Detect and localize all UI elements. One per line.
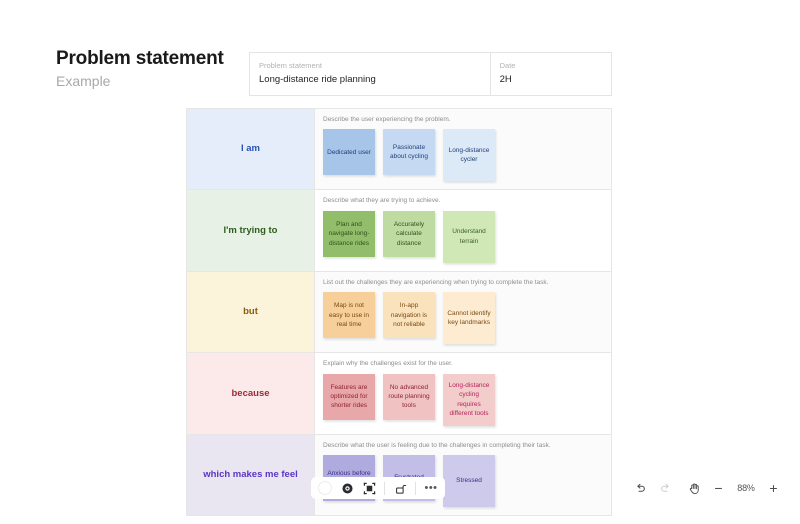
row-hint-text: List out the challenges they are experie… (323, 278, 549, 286)
sticky-note-text: Long-distance cycling requires different… (448, 381, 490, 418)
zoom-out-button[interactable]: − (710, 480, 727, 497)
plus-icon: + (769, 480, 778, 496)
sticky-note[interactable]: No advanced route planning tools (383, 373, 435, 420)
sticky-note-group: Map is not easy to use in real time In-ap… (323, 292, 603, 345)
sticky-note-text: Features are optimized for shorter rides (330, 383, 368, 410)
row-label-text: I'm trying to (223, 224, 278, 236)
page-header: Problem statement Example (56, 48, 246, 90)
sticky-note-text: Long-distance cycler (448, 147, 490, 164)
color-swatch-icon (318, 481, 332, 495)
grid-row: I'm trying to Describe what they are tryi… (187, 190, 611, 272)
toolbar-divider-1 (384, 481, 385, 495)
sticky-note-text: Cannot identify key landmarks (447, 309, 491, 327)
history-controls (632, 480, 674, 497)
hand-tool-button[interactable] (686, 480, 703, 497)
frame-button[interactable] (359, 478, 379, 498)
sticky-note-text: Plan and navigate long-distance rides (328, 220, 370, 247)
sticky-note[interactable]: Cannot identify key landmarks (443, 292, 495, 345)
sticky-note-text: No advanced route planning tools (388, 383, 430, 410)
sticky-note-group: Features are optimized for shorter rides… (323, 373, 603, 426)
sticky-note-text: In-app navigation is not reliable (390, 302, 428, 329)
sticky-note-text: Map is not easy to use in real time (328, 302, 370, 329)
row-label-cell[interactable]: I'm trying to (187, 190, 315, 271)
visibility-button[interactable] (337, 478, 357, 498)
sticky-note-text: Understand terrain (452, 228, 486, 245)
sticky-note-text: Accurately calculate distance (393, 220, 425, 247)
sticky-note-text: Passionate about cycling (390, 144, 428, 161)
minus-icon: − (714, 480, 723, 496)
sticky-note[interactable]: Accurately calculate distance (383, 210, 435, 257)
grid-row: which makes me feel Describe what the use… (187, 434, 611, 516)
sticky-note-text: Stressed (456, 477, 482, 485)
eye-icon (341, 482, 354, 495)
sticky-note[interactable]: In-app navigation is not reliable (383, 292, 435, 339)
more-options-button[interactable]: ••• (421, 478, 441, 498)
zoom-controls: − 88% + (632, 477, 782, 499)
sticky-note[interactable]: Features are optimized for shorter rides (323, 373, 375, 420)
row-label-text: I am (240, 143, 260, 155)
zoom-group: − 88% + (686, 480, 782, 497)
grid-row: but List out the challenges they are expe… (187, 271, 611, 354)
page-title: Problem statement (56, 48, 224, 69)
row-label-cell[interactable]: which makes me feel (187, 434, 315, 516)
row-hint-text: Describe the user experiencing the probl… (323, 116, 451, 123)
row-content-cell[interactable]: Describe the user experiencing the probl… (315, 109, 611, 190)
meta-cell-date[interactable]: Date 2H (491, 53, 611, 95)
sticky-note[interactable]: Dedicated user (323, 129, 375, 176)
hand-icon (688, 482, 701, 495)
color-swatch-button[interactable] (315, 478, 335, 498)
redo-icon (659, 482, 672, 495)
row-label-text: but (243, 306, 258, 318)
more-options-icon: ••• (424, 482, 438, 494)
row-content-cell[interactable]: Describe what the user is feeling due to… (315, 434, 611, 516)
unlock-icon (394, 482, 407, 495)
sticky-note-group: Dedicated user Passionate about cycling Lo… (323, 129, 603, 182)
row-label-cell[interactable]: but (187, 271, 315, 353)
row-content-cell[interactable]: Explain why the challenges exist for the… (315, 353, 611, 433)
redo-button[interactable] (657, 480, 674, 497)
row-content-cell[interactable]: List out the challenges they are experie… (315, 271, 611, 353)
meta-value-problem-statement: Long-distance ride planning (259, 73, 376, 85)
meta-value-date: 2H (499, 73, 512, 85)
sticky-note[interactable]: Long-distance cycling requires different… (443, 373, 495, 426)
meta-label-date: Date (499, 61, 516, 70)
problem-statement-grid: I am Describe the user experiencing the p… (186, 108, 612, 517)
meta-table: Problem statement Long-distance ride pla… (249, 52, 612, 97)
meta-label-problem-statement: Problem statement (259, 61, 322, 70)
lock-button[interactable] (390, 478, 410, 498)
grid-row: because Explain why the challenges exist … (187, 353, 611, 435)
zoom-in-button[interactable]: + (765, 480, 782, 497)
sticky-note[interactable]: Long-distance cycler (443, 129, 495, 182)
row-label-cell[interactable]: because (187, 353, 315, 434)
grid-row: I am Describe the user experiencing the p… (187, 109, 611, 191)
row-label-text: which makes me feel (203, 469, 298, 481)
sticky-note-group: Plan and navigate long-distance rides Acc… (323, 210, 603, 263)
sticky-note[interactable]: Understand terrain (443, 210, 495, 263)
toolbar-divider-2 (415, 481, 416, 495)
page-subtitle: Example (56, 72, 111, 89)
undo-icon (634, 482, 647, 495)
frame-icon (363, 482, 376, 495)
row-label-cell[interactable]: I am (187, 109, 315, 190)
row-hint-text: Describe what they are trying to achieve… (323, 197, 441, 205)
sticky-note[interactable]: Map is not easy to use in real time (323, 292, 375, 339)
sticky-note[interactable]: Plan and navigate long-distance rides (323, 210, 375, 257)
zoom-level-label[interactable]: 88% (734, 483, 758, 493)
sticky-note-text: Dedicated user (327, 148, 371, 156)
sticky-note[interactable]: Stressed (443, 455, 495, 508)
undo-button[interactable] (632, 480, 649, 497)
meta-cell-problem-statement[interactable]: Problem statement Long-distance ride pla… (250, 53, 491, 96)
row-hint-text: Explain why the challenges exist for the… (323, 360, 453, 368)
row-content-cell[interactable]: Describe what they are trying to achieve… (315, 190, 611, 270)
sticky-note[interactable]: Passionate about cycling (383, 129, 435, 176)
row-hint-text: Describe what the user is feeling due to… (323, 441, 551, 449)
row-label-text: because (231, 387, 270, 399)
element-toolbar: ••• (311, 477, 445, 499)
